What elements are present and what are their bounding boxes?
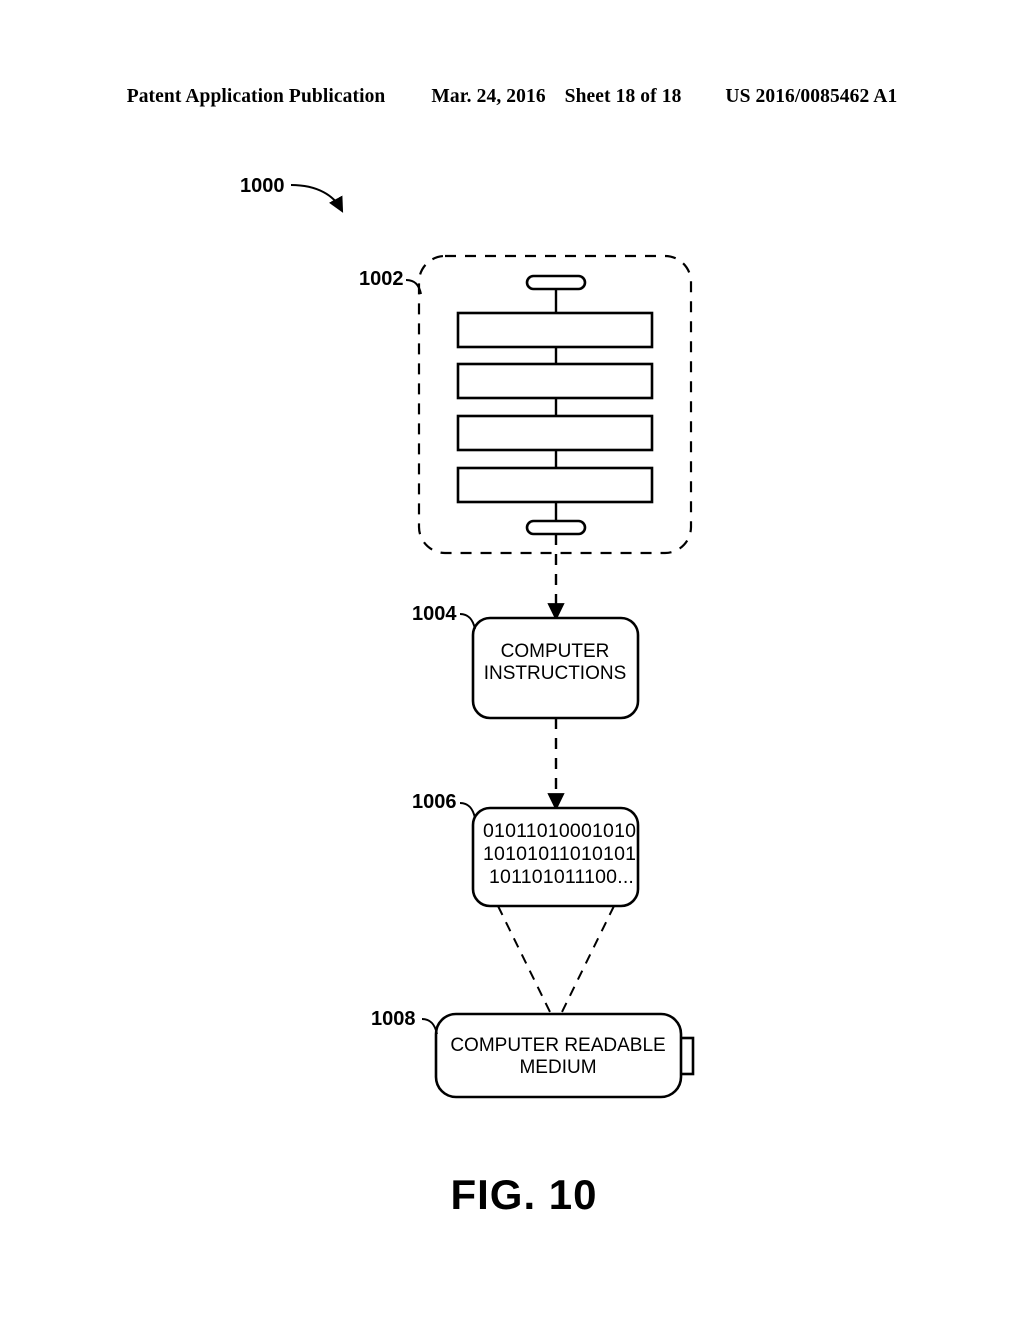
binary-line-1: 01011010001010 [483, 820, 636, 842]
flow-start-node [525, 274, 587, 291]
leader-line-1006 [459, 802, 476, 819]
ref-label-1000: 1000 [240, 175, 285, 197]
computer-instructions-label-line2: INSTRUCTIONS [484, 663, 627, 684]
flow-step-4 [456, 466, 654, 504]
ref-label-1002: 1002 [359, 268, 404, 290]
converging-line-left [497, 905, 552, 1015]
flow-step-1 [456, 311, 654, 349]
ref-label-1004: 1004 [412, 603, 457, 625]
flow-step-2 [456, 362, 654, 400]
figure-caption: FIG. 10 [450, 1171, 597, 1218]
binary-line-2: 10101011010101 [483, 843, 636, 865]
ref-label-1008: 1008 [371, 1008, 416, 1030]
computer-instructions-label-line1: COMPUTER [501, 641, 610, 662]
computer-readable-medium-label-line1: COMPUTER READABLE [450, 1035, 665, 1056]
leader-line-1004 [459, 613, 476, 630]
binary-line-3: 101101011100... [489, 866, 634, 888]
ref-label-1006: 1006 [412, 791, 457, 813]
figure-10-drawing: 1000 1002 1004 COMPUTER INSTRUCTIONS 100… [0, 0, 1024, 1320]
leader-line-1008 [421, 1018, 438, 1035]
leader-arrow-1000 [290, 184, 344, 213]
converging-line-right [560, 905, 615, 1015]
flow-end-node [525, 519, 587, 536]
flow-step-3 [456, 414, 654, 452]
computer-readable-medium-label-line2: MEDIUM [519, 1057, 596, 1078]
